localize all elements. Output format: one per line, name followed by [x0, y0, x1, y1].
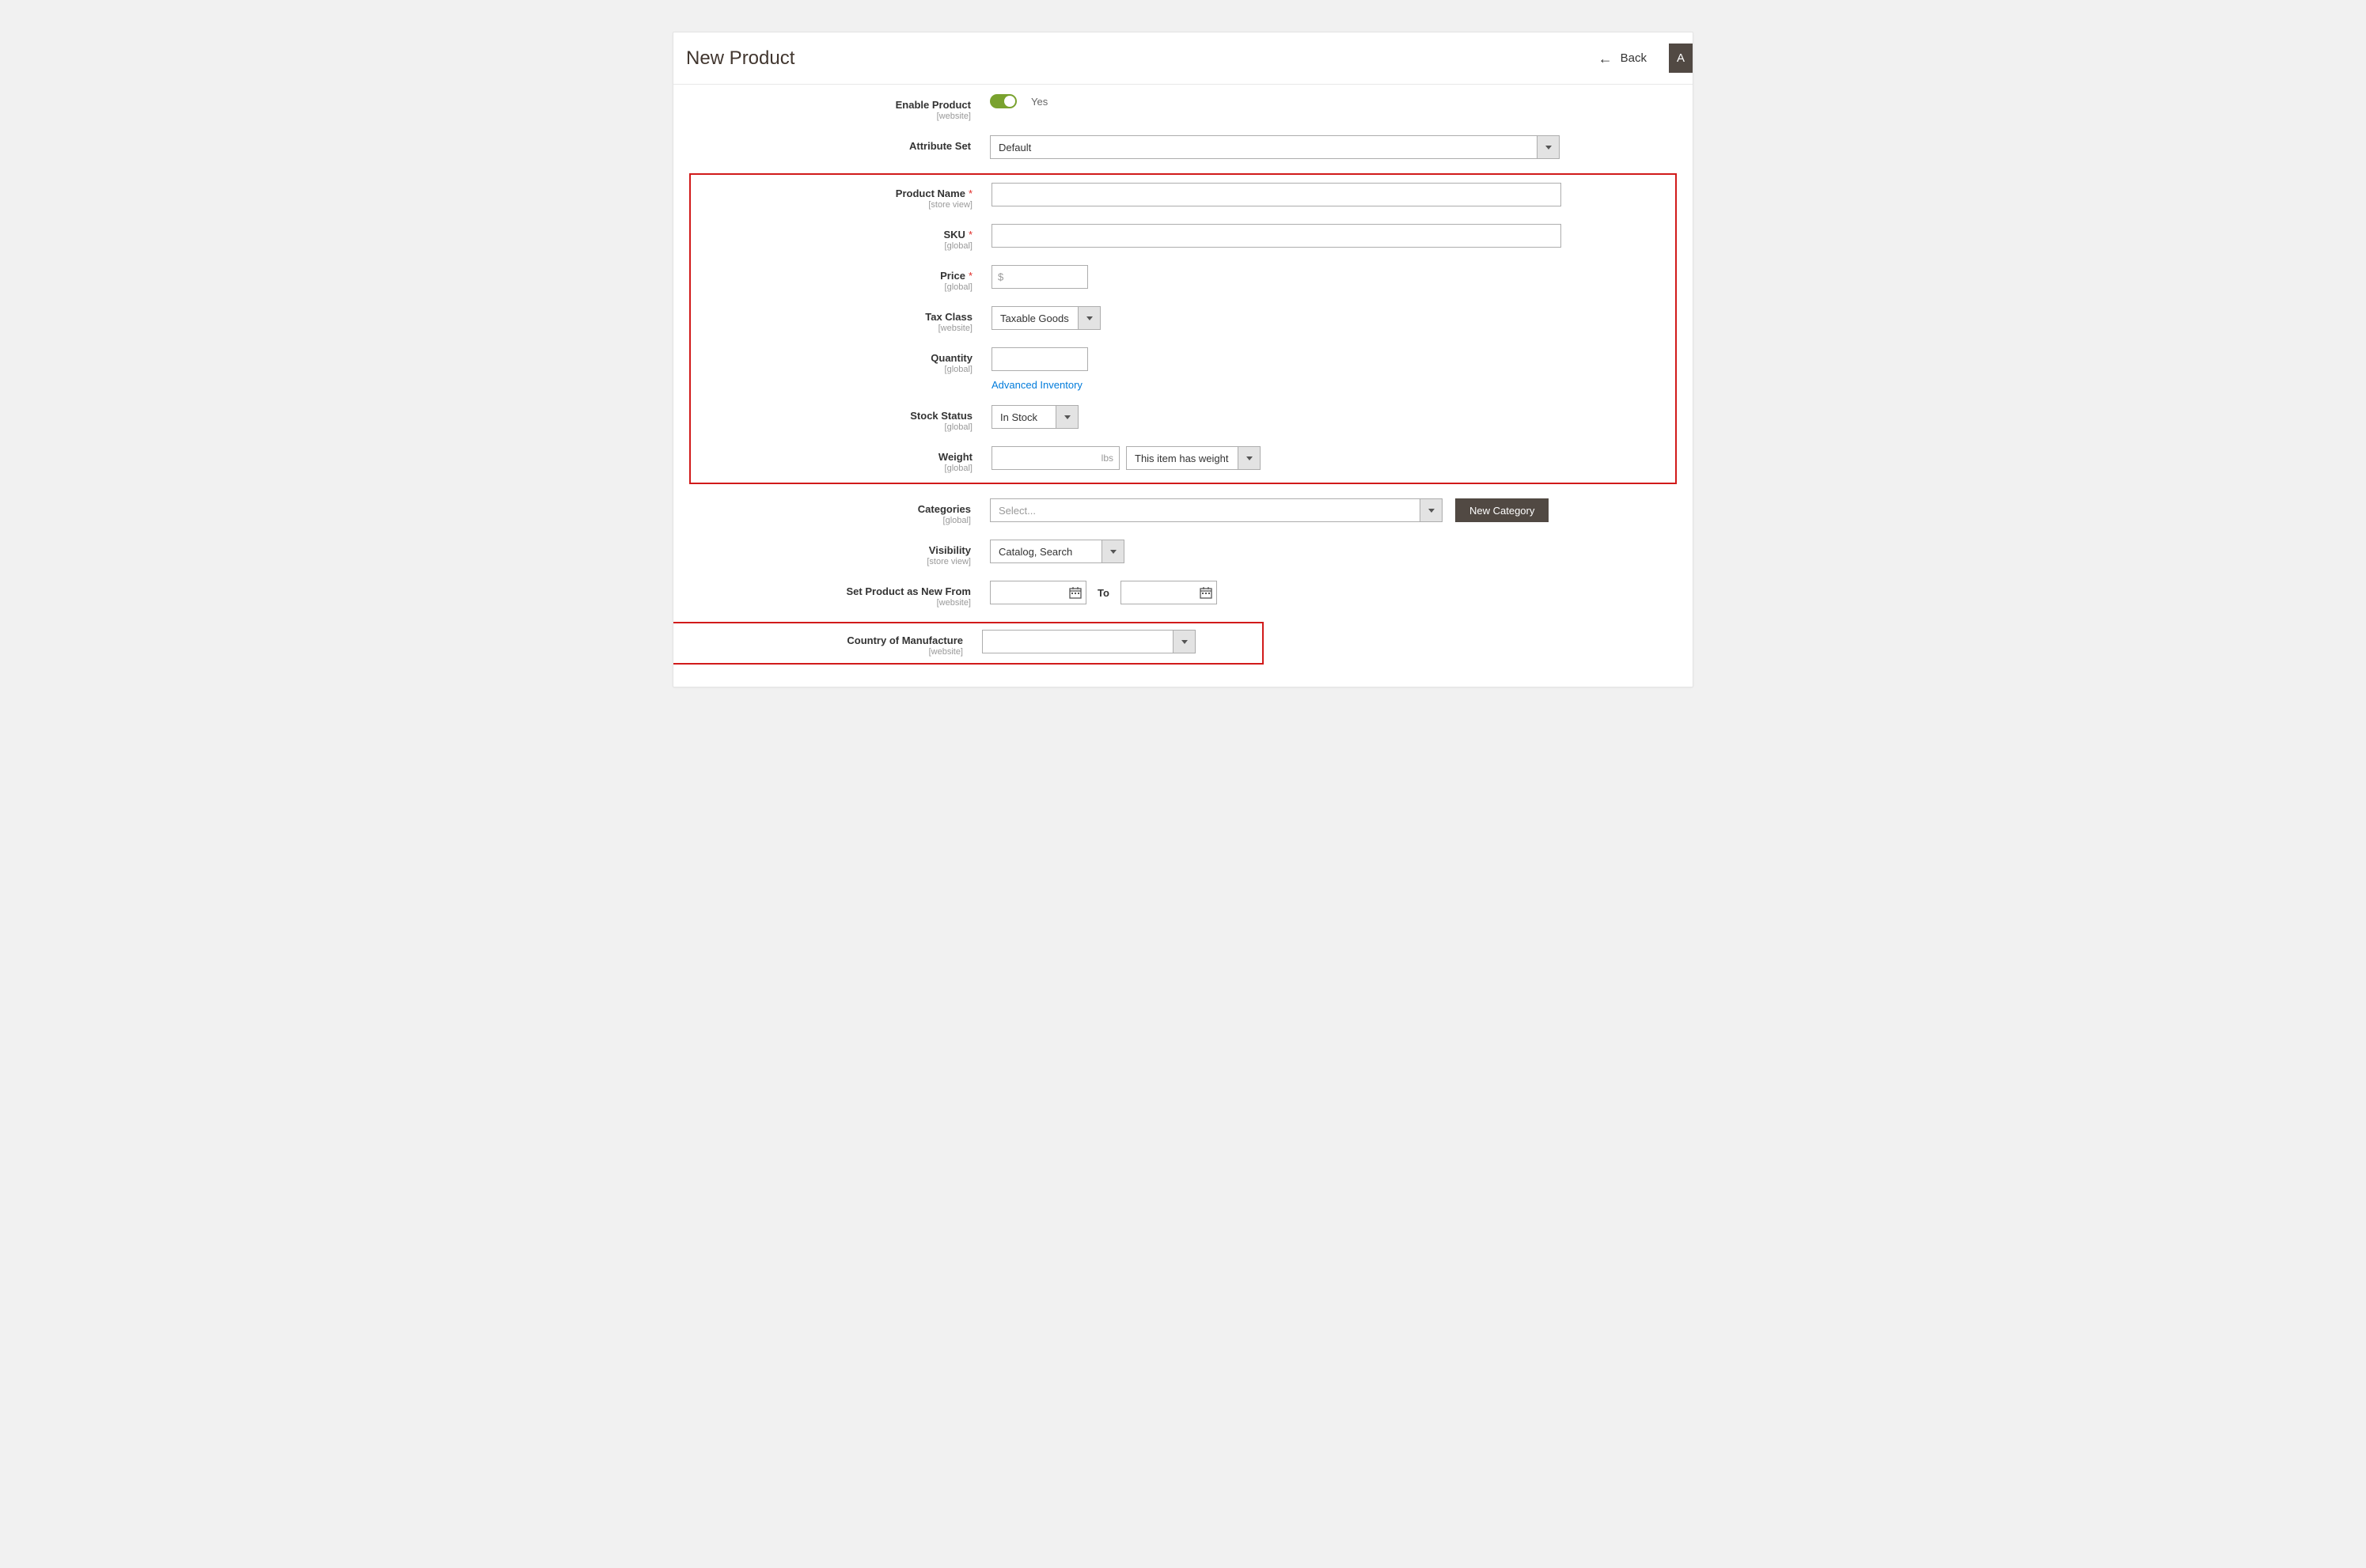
- scope-sku: [global]: [691, 241, 973, 251]
- scope-categories: [global]: [689, 516, 971, 525]
- highlight-country: Country of Manufacture [website]: [673, 622, 1264, 665]
- new-product-panel: New Product ← Back A Enable Product [web…: [673, 32, 1693, 687]
- categories-select[interactable]: Select...: [990, 498, 1443, 522]
- chevron-down-icon: [1173, 631, 1195, 653]
- scope-country: [website]: [673, 647, 963, 657]
- label-quantity: Quantity: [931, 352, 973, 364]
- chevron-down-icon: [1078, 307, 1100, 329]
- primary-action-button[interactable]: A: [1669, 44, 1693, 73]
- back-label: Back: [1621, 51, 1647, 65]
- row-set-new: Set Product as New From [website] To: [689, 581, 1677, 608]
- calendar-icon[interactable]: [1200, 586, 1212, 599]
- scope-enable-product: [website]: [689, 112, 971, 121]
- quantity-input[interactable]: [992, 347, 1088, 371]
- new-category-button[interactable]: New Category: [1455, 498, 1549, 522]
- calendar-icon[interactable]: [1069, 586, 1082, 599]
- row-visibility: Visibility [store view] Catalog, Search: [689, 540, 1677, 566]
- row-tax-class: Tax Class [website] Taxable Goods: [691, 306, 1675, 333]
- highlight-main-fields: Product Name * [store view] SKU * [global]: [689, 173, 1677, 484]
- tax-class-select[interactable]: Taxable Goods: [992, 306, 1101, 330]
- attribute-set-select[interactable]: Default: [990, 135, 1560, 159]
- scope-product-name: [store view]: [691, 200, 973, 210]
- form-area: Enable Product [website] Yes Attribute S…: [673, 85, 1693, 687]
- chevron-down-icon: [1238, 447, 1260, 469]
- row-enable-product: Enable Product [website] Yes: [689, 94, 1677, 121]
- chevron-down-icon: [1537, 136, 1559, 158]
- label-price: Price: [940, 270, 965, 282]
- arrow-left-icon: ←: [1598, 51, 1613, 66]
- row-quantity: Quantity [global] Advanced Inventory: [691, 347, 1675, 391]
- row-categories: Categories [global] Select... New Catego…: [689, 498, 1677, 525]
- row-attribute-set: Attribute Set Default: [689, 135, 1677, 159]
- label-country: Country of Manufacture: [847, 634, 963, 646]
- required-marker: *: [969, 187, 973, 199]
- label-visibility: Visibility: [929, 544, 971, 556]
- label-categories: Categories: [918, 503, 971, 515]
- required-marker: *: [969, 229, 973, 241]
- weight-input[interactable]: [992, 446, 1120, 470]
- chevron-down-icon: [1420, 499, 1442, 521]
- country-select[interactable]: [982, 630, 1196, 653]
- enable-product-value: Yes: [1031, 96, 1048, 108]
- scope-visibility: [store view]: [689, 557, 971, 566]
- label-set-new: Set Product as New From: [847, 585, 971, 597]
- label-product-name: Product Name: [896, 187, 965, 199]
- enable-product-toggle[interactable]: [990, 94, 1017, 108]
- price-input[interactable]: [992, 265, 1088, 289]
- label-enable-product: Enable Product: [896, 99, 971, 111]
- product-name-input[interactable]: [992, 183, 1561, 206]
- back-button[interactable]: ← Back: [1591, 47, 1655, 70]
- page-title: New Product: [686, 47, 1591, 70]
- label-stock-status: Stock Status: [910, 410, 973, 422]
- chevron-down-icon: [1101, 540, 1124, 562]
- row-price: Price* [global] $: [691, 265, 1675, 292]
- panel-header: New Product ← Back A: [673, 32, 1693, 85]
- required-marker: *: [969, 270, 973, 282]
- scope-stock-status: [global]: [691, 422, 973, 432]
- sku-input[interactable]: [992, 224, 1561, 248]
- label-attribute-set: Attribute Set: [909, 140, 971, 152]
- row-product-name: Product Name * [store view]: [691, 183, 1675, 210]
- label-weight: Weight: [938, 451, 973, 463]
- stock-status-select[interactable]: In Stock: [992, 405, 1079, 429]
- weight-type-select[interactable]: This item has weight: [1126, 446, 1261, 470]
- row-stock-status: Stock Status [global] In Stock: [691, 405, 1675, 432]
- chevron-down-icon: [1056, 406, 1078, 428]
- row-weight: Weight [global] lbs This item has weight: [691, 446, 1675, 473]
- row-sku: SKU * [global]: [691, 224, 1675, 251]
- scope-set-new: [website]: [689, 598, 971, 608]
- scope-weight: [global]: [691, 464, 973, 473]
- label-tax-class: Tax Class: [925, 311, 973, 323]
- scope-price: [global]: [691, 282, 973, 292]
- advanced-inventory-link[interactable]: Advanced Inventory: [992, 379, 1083, 391]
- label-sku: SKU: [943, 229, 965, 241]
- scope-tax-class: [website]: [691, 324, 973, 333]
- scope-quantity: [global]: [691, 365, 973, 374]
- to-label: To: [1093, 587, 1114, 599]
- visibility-select[interactable]: Catalog, Search: [990, 540, 1124, 563]
